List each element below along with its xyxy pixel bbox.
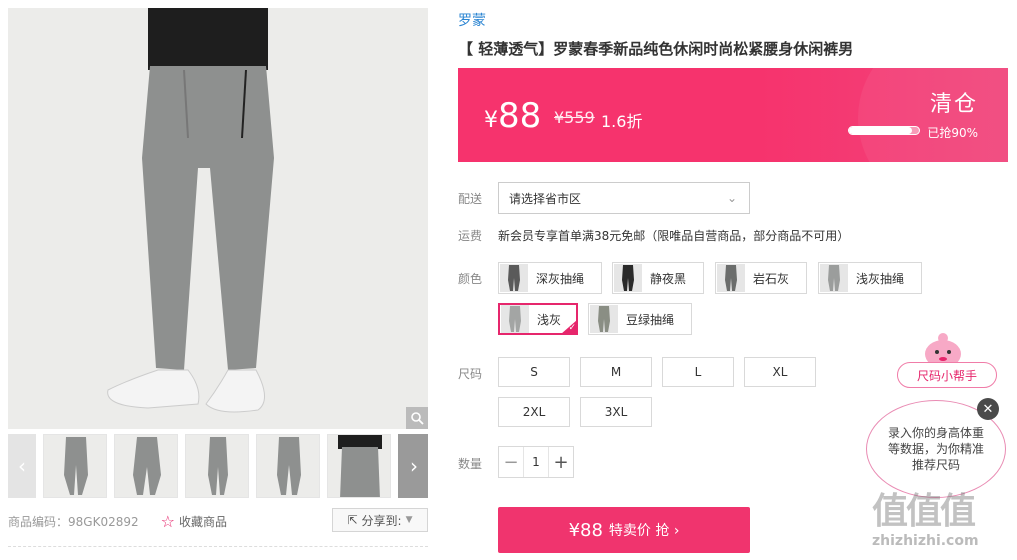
sold-progress-bar [848, 126, 920, 135]
share-button[interactable]: ⇱ 分享到: ▼ [332, 508, 428, 532]
color-option-label: 浅灰 [537, 312, 562, 327]
color-option-label: 浅灰抽绳 [856, 271, 905, 286]
clearance-label: 清仓 [929, 92, 978, 117]
watermark-url: zhizhizhi.com [872, 533, 979, 549]
color-swatch [820, 264, 848, 292]
product-meta-row: 商品编码：98GK02892 ☆ 收藏商品 ⇱ 分享到: ▼ [8, 508, 428, 534]
size-label: 尺码 [458, 367, 483, 381]
color-swatch [614, 264, 642, 292]
size-option[interactable]: L [662, 357, 734, 387]
size-option[interactable]: M [580, 357, 652, 387]
favorite-button[interactable]: ☆ 收藏商品 [161, 512, 227, 531]
buy-price: ¥88 [568, 519, 603, 541]
price-banner: ¥88 ¥559 1.6折 清仓 已抢90% [458, 68, 1008, 162]
size-option[interactable]: 2XL [498, 397, 570, 427]
sold-text: 已抢90% [927, 126, 978, 140]
divider [8, 546, 428, 547]
color-label: 颜色 [458, 272, 483, 286]
shipping-fee-label: 运费 [458, 229, 483, 243]
size-option[interactable]: S [498, 357, 570, 387]
color-swatch [500, 264, 528, 292]
increment-button[interactable]: + [549, 447, 573, 477]
color-swatch [590, 305, 618, 333]
region-select-value: 请选择省市区 [509, 191, 582, 206]
quantity-stepper: − 1 + [498, 446, 574, 478]
quantity-input[interactable]: 1 [523, 447, 549, 477]
size-option[interactable]: XL [744, 357, 816, 387]
size-helper-tag[interactable]: 尺码小帮手 [897, 362, 997, 388]
color-option[interactable]: 岩石灰 [715, 262, 807, 294]
product-code: 商品编码：98GK02892 [8, 514, 139, 529]
pants-photo [107, 8, 274, 413]
color-option[interactable]: 静夜黑 [612, 262, 704, 294]
color-option[interactable]: 浅灰 ✓ [498, 303, 578, 335]
color-option[interactable]: 豆绿抽绳 [588, 303, 692, 335]
color-option-label: 深灰抽绳 [536, 271, 585, 286]
color-option-label: 静夜黑 [650, 271, 687, 286]
chevron-down-icon: ▼ [405, 515, 413, 525]
color-swatch [717, 264, 745, 292]
currency-symbol: ¥ [484, 108, 498, 133]
decrement-button[interactable]: − [499, 447, 523, 477]
thumbnail[interactable] [256, 434, 320, 498]
thumbnail-strip: ‹ › [8, 434, 428, 498]
thumbnail[interactable] [327, 434, 391, 498]
chevron-down-icon: ⌄ [726, 191, 737, 205]
color-swatch [501, 305, 529, 333]
zoom-icon[interactable] [406, 407, 428, 429]
color-option[interactable]: 深灰抽绳 [498, 262, 602, 294]
shipping-label: 配送 [458, 192, 483, 206]
discount-rate: 1.6折 [601, 112, 643, 131]
favorite-label: 收藏商品 [178, 514, 227, 529]
buy-label: 特卖价 抢 › [608, 523, 680, 539]
color-option-label: 岩石灰 [753, 271, 790, 286]
share-icon: ⇱ [347, 513, 358, 527]
sold-progress-fill [849, 127, 912, 134]
shipping-fee-text: 新会员专享首单满38元免邮（限唯品自营商品，部分商品不可用） [498, 229, 850, 243]
star-icon: ☆ [160, 511, 175, 531]
product-title: 【 轻薄透气】罗蒙春季新品纯色休闲时尚松紧腰身休闲裤男 [458, 40, 854, 58]
current-price-value: 88 [498, 96, 542, 136]
color-option-label: 豆绿抽绳 [626, 312, 675, 327]
buy-button[interactable]: ¥88 特卖价 抢 › [498, 507, 750, 553]
color-option[interactable]: 浅灰抽绳 [818, 262, 922, 294]
product-main-image[interactable] [8, 8, 428, 429]
size-option[interactable]: 3XL [580, 397, 652, 427]
thumbnail[interactable] [114, 434, 178, 498]
original-price: ¥559 [554, 108, 595, 127]
share-label: 分享到: [361, 513, 402, 528]
brand-link[interactable]: 罗蒙 [458, 10, 486, 30]
thumbnail[interactable] [43, 434, 107, 498]
close-icon[interactable]: ✕ [977, 398, 999, 420]
chevron-right-icon[interactable]: › [400, 434, 428, 498]
chevron-left-icon[interactable]: ‹ [8, 434, 36, 498]
thumbnail[interactable] [185, 434, 249, 498]
quantity-label: 数量 [458, 457, 483, 471]
watermark-logo: 值值值 [872, 491, 976, 532]
current-price: ¥88 [484, 96, 541, 136]
region-select[interactable]: 请选择省市区 ⌄ [498, 182, 750, 214]
